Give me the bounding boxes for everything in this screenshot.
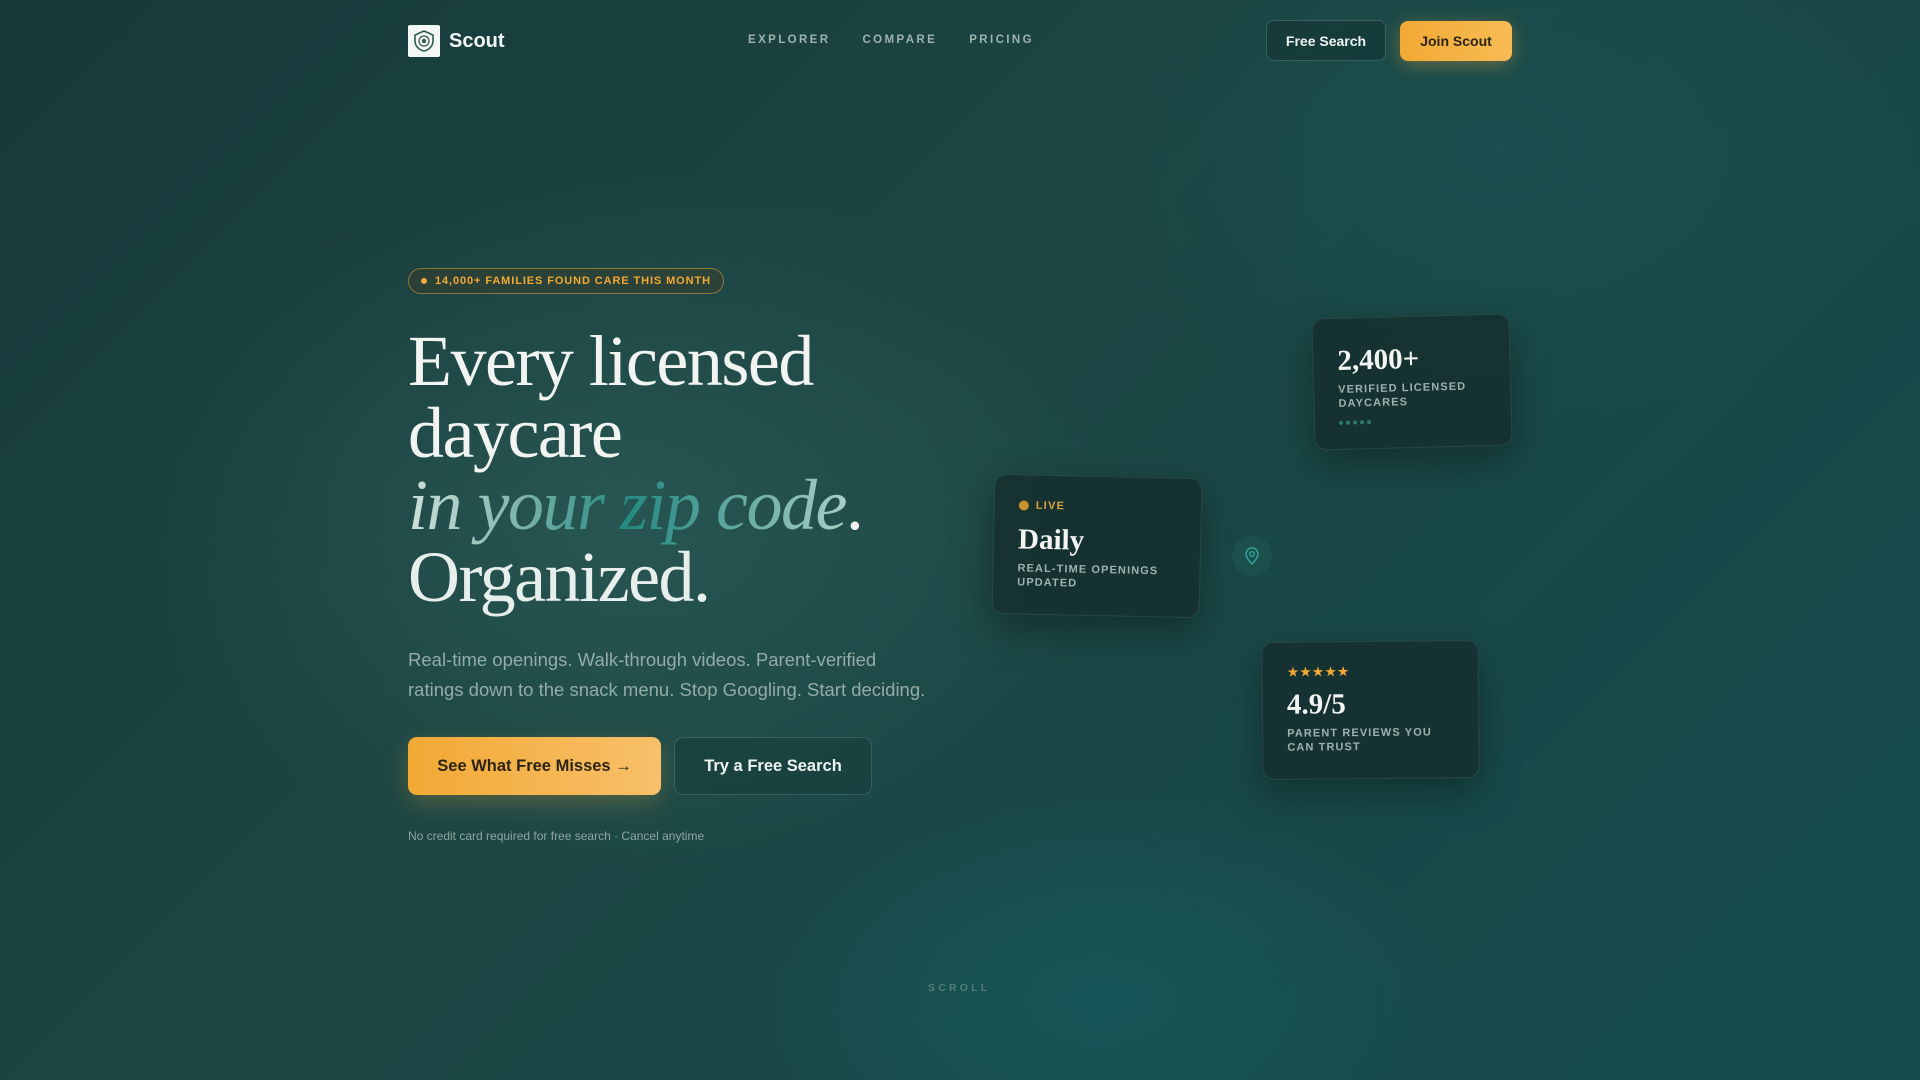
live-label: REAL-TIME OPENINGS UPDATED [1017, 562, 1159, 590]
live-status: LIVE [1018, 499, 1177, 514]
nav-link-explorer[interactable]: EXPLORER [748, 34, 830, 46]
verified-daycares-card: 2,400+ VERIFIED LICENSED DAYCARES [1311, 313, 1513, 451]
rating-score: 4.9/5 [1286, 688, 1346, 721]
daycare-count-label: VERIFIED LICENSED DAYCARES [1338, 380, 1467, 410]
hero-title-line-2: daycare [408, 393, 623, 473]
scroll-indicator[interactable]: SCROLL [928, 982, 990, 994]
join-scout-button[interactable]: Join Scout [1400, 21, 1512, 61]
hero-title-accent-period: . [845, 465, 864, 545]
live-status-text: LIVE [1035, 499, 1066, 513]
badge-dot-icon [421, 278, 427, 284]
hero-title-line-1: Every licensed [408, 321, 814, 401]
nav-links: EXPLORER COMPARE PRICING [748, 34, 1034, 46]
rating-label: PARENT REVIEWS YOU CAN TRUST [1287, 726, 1432, 754]
see-what-free-misses-button[interactable]: See What Free Misses → [408, 737, 661, 795]
nav-link-pricing[interactable]: PRICING [969, 34, 1034, 46]
hero-title-accent: in your zip code [408, 465, 847, 545]
hero-subtitle: Real-time openings. Walk-through videos.… [408, 649, 926, 700]
brand[interactable]: Scout [408, 25, 505, 57]
hero-title-line-3: in your zip code. [408, 469, 864, 541]
nav-link-compare[interactable]: COMPARE [862, 34, 937, 46]
map-pin-icon [1232, 536, 1272, 576]
star-rating-icon: ★★★★★ [1286, 663, 1350, 680]
shield-logo-icon [408, 25, 440, 57]
live-updates-card: LIVE Daily REAL-TIME OPENINGS UPDATED [991, 473, 1203, 619]
daycare-count: 2,400+ [1337, 342, 1420, 377]
hero-title-line-4: Organized. [408, 537, 711, 617]
live-dot-icon [1018, 500, 1029, 511]
brand-name: Scout [449, 29, 505, 52]
live-title: Daily [1017, 523, 1085, 557]
free-search-button[interactable]: Free Search [1266, 20, 1386, 61]
parent-rating-card: ★★★★★ 4.9/5 PARENT REVIEWS YOU CAN TRUST [1261, 640, 1480, 780]
families-badge: 14,000+ FAMILIES FOUND CARE THIS MONTH [408, 268, 724, 294]
top-navigation: Scout EXPLORER COMPARE PRICING Free Sear… [0, 0, 1920, 82]
dots-decoration [1338, 417, 1487, 425]
hero-title: Every licensed daycare in your zip code.… [408, 321, 864, 617]
try-free-search-button[interactable]: Try a Free Search [674, 737, 872, 795]
badge-text: 14,000+ FAMILIES FOUND CARE THIS MONTH [435, 275, 711, 287]
fineprint: No credit card required for free search … [408, 829, 705, 843]
